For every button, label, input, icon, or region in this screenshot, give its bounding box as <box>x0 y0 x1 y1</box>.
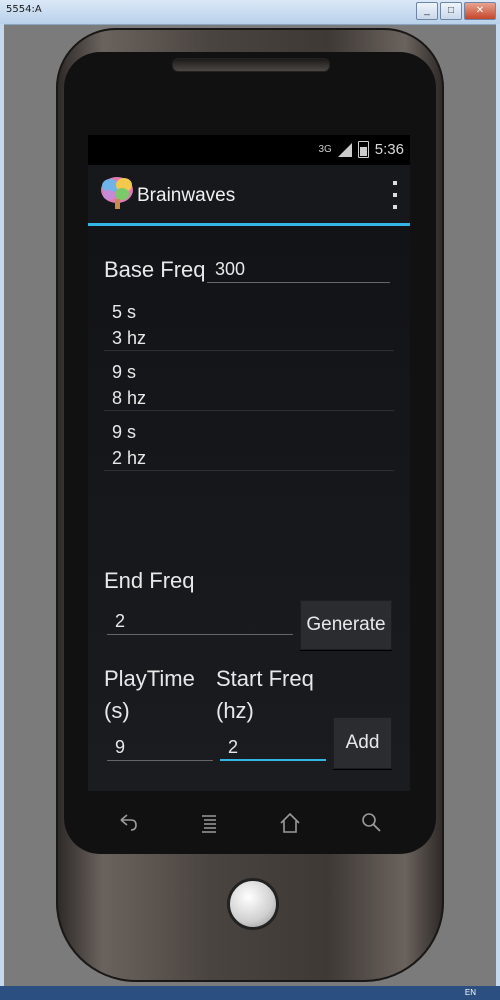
main-content: Base Freq 300 5 s 3 hz 9 s 8 hz 9 s 2 hz… <box>88 226 410 791</box>
status-icons: 3G 5:36 <box>318 141 404 158</box>
window-border-left <box>0 24 4 1000</box>
window-border-right <box>496 24 500 1000</box>
add-button[interactable]: Add <box>333 717 392 769</box>
taskbar: EN <box>0 986 500 1000</box>
list-item[interactable]: 9 s 2 hz <box>104 411 394 471</box>
end-freq-input[interactable]: 2 <box>107 607 293 635</box>
segment-list: 5 s 3 hz 9 s 8 hz 9 s 2 hz <box>104 291 394 471</box>
maximize-button[interactable]: □ <box>440 2 462 20</box>
generate-button[interactable]: Generate <box>300 600 392 650</box>
playtime-label-line2: (s) <box>104 698 130 723</box>
list-item[interactable]: 5 s 3 hz <box>104 291 394 351</box>
start-freq-input[interactable]: 2 <box>220 733 326 761</box>
start-freq-label-line1: Start Freq <box>216 666 314 691</box>
window-titlebar: 5554:A _ □ ✕ <box>0 0 500 25</box>
window-title: 5554:A <box>6 4 42 15</box>
hardware-home-button[interactable] <box>227 878 279 930</box>
segment-duration: 9 s <box>112 362 137 382</box>
brain-icon[interactable] <box>100 175 134 211</box>
status-time: 5:36 <box>374 141 404 158</box>
base-freq-input[interactable]: 300 <box>207 255 390 283</box>
segment-frequency: 8 hz <box>112 388 147 408</box>
playtime-input[interactable]: 9 <box>107 733 213 761</box>
signal-strength-icon <box>337 142 352 157</box>
playtime-label-line1: PlayTime <box>104 666 195 691</box>
nav-bar <box>88 792 410 854</box>
close-button[interactable]: ✕ <box>464 2 496 20</box>
base-freq-label: Base Freq <box>104 257 206 282</box>
window-controls: _ □ ✕ <box>416 2 496 20</box>
search-icon[interactable] <box>358 810 384 836</box>
action-bar: Brainwaves <box>88 165 410 226</box>
minimize-button[interactable]: _ <box>416 2 438 20</box>
segment-frequency: 3 hz <box>112 328 147 348</box>
menu-icon[interactable] <box>196 810 222 836</box>
app-title: Brainwaves <box>137 185 236 206</box>
signal-icon: 3G <box>318 144 332 155</box>
list-item[interactable]: 9 s 8 hz <box>104 351 394 411</box>
start-freq-label-line2: (hz) <box>216 698 254 723</box>
playtime-label: PlayTime (s) <box>104 663 195 727</box>
overflow-menu-icon[interactable] <box>390 181 400 209</box>
status-bar: 3G 5:36 <box>88 135 410 165</box>
app-screen: 3G 5:36 Brainwaves Base Freq 300 5 s 3 h… <box>88 135 410 791</box>
end-freq-label: End Freq <box>104 568 195 593</box>
phone-speaker <box>172 58 330 72</box>
language-indicator: EN <box>464 988 476 997</box>
home-icon[interactable] <box>277 810 303 836</box>
segment-duration: 5 s <box>112 302 137 322</box>
segment-frequency: 2 hz <box>112 448 147 468</box>
back-icon[interactable] <box>115 810 141 836</box>
segment-duration: 9 s <box>112 422 137 442</box>
start-freq-label: Start Freq (hz) <box>216 663 314 727</box>
battery-icon <box>357 141 369 158</box>
